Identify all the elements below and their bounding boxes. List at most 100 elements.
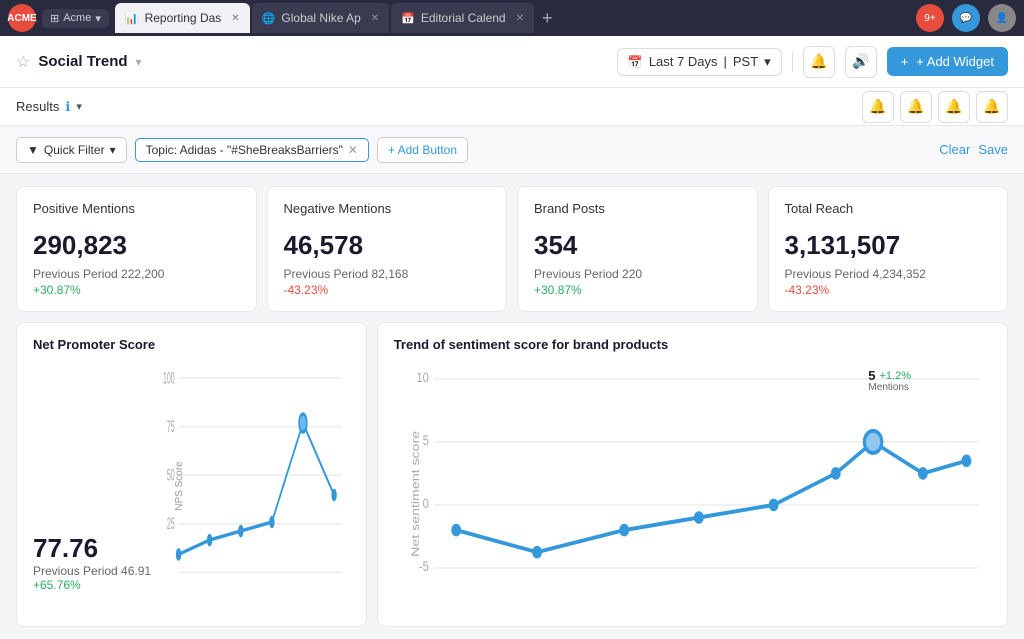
add-button-btn[interactable]: + Add Button [377,137,468,163]
metric-change-2: +30.87% [534,283,741,297]
quick-filter-label: Quick Filter [44,143,105,157]
metric-card-total-reach: Total Reach 3,131,507 Previous Period 4,… [768,186,1009,312]
metric-change-1: -43.23% [284,283,491,297]
svg-text:-5: -5 [419,558,429,575]
add-button-label: + Add Button [388,143,457,157]
metric-value-1: 46,578 [284,230,491,261]
tab-label-2: Global Nike Ap [281,11,360,25]
tab-editorial[interactable]: 📅 Editorial Calend ✕ [391,3,534,33]
timezone-chevron-icon: ▾ [764,54,771,70]
timezone-label: PST [733,54,758,69]
tab-icon-3: 📅 [401,12,415,25]
results-label: Results [16,99,59,114]
results-info-icon[interactable]: ℹ [65,99,70,115]
chat-badge[interactable]: 💬 [952,4,980,32]
header-right: 📅 Last 7 Days | PST ▾ 🔔 🔊 + + Add Widget [617,46,1008,78]
metric-card-brand-posts: Brand Posts 354 Previous Period 220 +30.… [517,186,758,312]
metric-value-2: 354 [534,230,741,261]
svg-text:10: 10 [416,369,428,386]
nps-change: +65.76% [33,578,151,592]
tab-close-1[interactable]: ✕ [231,13,239,24]
svg-text:75: 75 [167,418,175,436]
browser-logo: ACME [8,4,36,32]
nps-value: 77.76 [33,533,151,564]
nps-chart-svg: 100 75 50 25 [163,360,350,612]
metrics-row: Positive Mentions 290,823 Previous Perio… [16,186,1008,312]
workspace-selector[interactable]: ⊞ Acme ▾ [42,9,109,28]
date-filter-button[interactable]: 📅 Last 7 Days | PST ▾ [617,48,782,76]
app-header: ☆ Social Trend ▾ 📅 Last 7 Days | PST ▾ 🔔… [0,36,1024,88]
svg-text:100: 100 [163,369,175,387]
toolbar-icon-btn-1[interactable]: 🔔 [862,91,894,123]
filter-tag-close-icon[interactable]: ✕ [348,143,358,157]
new-tab-button[interactable]: + [536,8,559,29]
peak-change: +1.2% [880,370,912,382]
quick-filter-button[interactable]: ▼ Quick Filter ▾ [16,137,127,163]
tab-global-nike[interactable]: 🌐 Global Nike Ap ✕ [252,3,389,33]
filter-funnel-icon: ▼ [27,143,39,157]
filter-bar: ▼ Quick Filter ▾ Topic: Adidas - "#SheBr… [0,126,1024,174]
main-content: Positive Mentions 290,823 Previous Perio… [0,174,1024,639]
peak-annotation: 5 +1.2% [868,368,911,383]
tab-icon-2: 🌐 [262,12,276,25]
metric-title-1: Negative Mentions [284,201,491,216]
clear-button[interactable]: Clear [939,142,970,157]
toolbar-icon-btn-4[interactable]: 🔔 [976,91,1008,123]
toolbar-icon-btn-2[interactable]: 🔔 [900,91,932,123]
secondary-toolbar: Results ℹ ▾ 🔔 🔔 🔔 🔔 [0,88,1024,126]
svg-text:Net sentiment score: Net sentiment score [408,431,421,557]
nps-chart-title: Net Promoter Score [33,337,350,352]
bell-button-1[interactable]: 🔔 [803,46,835,78]
speaker-button[interactable]: 🔊 [845,46,877,78]
tab-close-2[interactable]: ✕ [371,13,379,24]
add-widget-button[interactable]: + + Add Widget [887,47,1008,76]
metric-prev-0: Previous Period 222,200 [33,267,240,281]
calendar-icon: 📅 [628,55,643,69]
peak-value: 5 [868,368,875,383]
metric-value-0: 290,823 [33,230,240,261]
svg-text:25: 25 [167,515,175,533]
header-divider [792,52,793,72]
peak-sublabel: Mentions [868,382,909,393]
metric-title-2: Brand Posts [534,201,741,216]
metric-prev-3: Previous Period 4,234,352 [785,267,992,281]
browser-chrome: ACME ⊞ Acme ▾ 📊 Reporting Das ✕ 🌐 Global… [0,0,1024,36]
active-filter-tag[interactable]: Topic: Adidas - "#SheBreaksBarriers" ✕ [135,138,369,162]
save-button[interactable]: Save [978,142,1008,157]
filter-actions: Clear Save [939,142,1008,157]
toolbar-icons: 🔔 🔔 🔔 🔔 [862,91,1008,123]
tab-label-3: Editorial Calend [421,11,506,25]
app-content: ☆ Social Trend ▾ 📅 Last 7 Days | PST ▾ 🔔… [0,36,1024,639]
metric-card-negative-mentions: Negative Mentions 46,578 Previous Period… [267,186,508,312]
workspace-label: Acme [63,12,91,24]
charts-row: Net Promoter Score 77.76 Previous Period… [16,322,1008,627]
svg-text:0: 0 [422,495,428,512]
results-section: Results ℹ ▾ [16,99,82,115]
sentiment-chart-card: Trend of sentiment score for brand produ… [377,322,1008,627]
results-chevron-icon[interactable]: ▾ [76,100,82,113]
tab-reporting-das[interactable]: 📊 Reporting Das ✕ [115,3,250,33]
tab-label-1: Reporting Das [145,11,222,25]
add-widget-label: + Add Widget [916,54,994,69]
metric-change-3: -43.23% [785,283,992,297]
metric-value-3: 3,131,507 [785,230,992,261]
tab-close-3[interactable]: ✕ [516,13,524,24]
toolbar-icon-btn-3[interactable]: 🔔 [938,91,970,123]
sentiment-chart-title: Trend of sentiment score for brand produ… [394,337,991,352]
filter-tag-text: Topic: Adidas - "#SheBreaksBarriers" [146,143,343,157]
metric-prev-2: Previous Period 220 [534,267,741,281]
quick-filter-chevron-icon: ▾ [110,143,116,157]
metric-title-3: Total Reach [785,201,992,216]
metric-change-0: +30.87% [33,283,240,297]
browser-actions: 9+ 💬 👤 [916,4,1016,32]
metric-prev-1: Previous Period 82,168 [284,267,491,281]
notification-badge[interactable]: 9+ [916,4,944,32]
date-separator: | [723,54,726,69]
workspace-grid-icon: ⊞ [50,12,59,25]
date-filter-label: Last 7 Days [649,54,718,69]
favorite-icon[interactable]: ☆ [16,52,30,72]
user-avatar[interactable]: 👤 [988,4,1016,32]
tab-icon-1: 📊 [125,12,139,25]
title-chevron-icon[interactable]: ▾ [136,55,142,69]
nps-prev: Previous Period 46.91 [33,564,151,578]
